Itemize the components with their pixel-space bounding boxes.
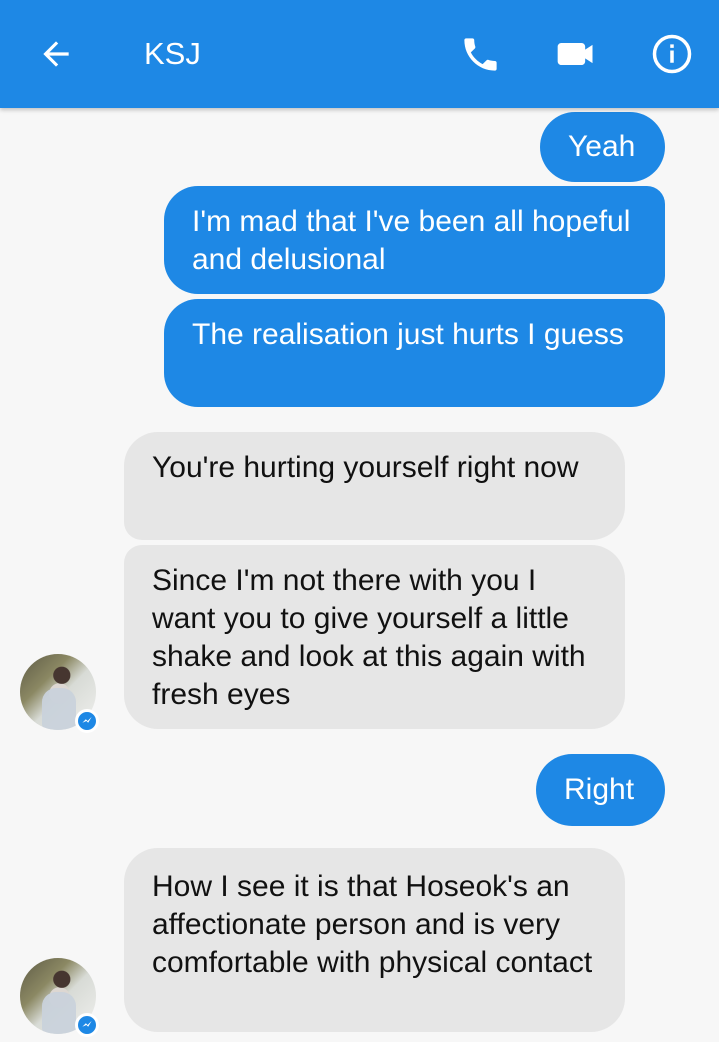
voice-call-button[interactable] — [456, 30, 504, 78]
messenger-badge-icon — [75, 709, 99, 733]
info-icon — [652, 34, 692, 74]
messenger-lightning-icon — [82, 716, 92, 723]
messenger-lightning-icon — [82, 1020, 92, 1027]
outgoing-message-bubble[interactable]: I'm mad that I've been all hopeful and d… — [164, 186, 665, 294]
back-button[interactable] — [32, 30, 80, 78]
contact-name[interactable]: KSJ — [144, 34, 201, 74]
video-call-icon — [557, 43, 593, 65]
outgoing-message-bubble[interactable]: The realisation just hurts I guess — [164, 299, 665, 407]
phone-call-icon — [463, 37, 497, 71]
incoming-message-bubble[interactable]: How I see it is that Hoseok's an affecti… — [124, 848, 625, 1032]
contact-avatar[interactable] — [20, 654, 99, 733]
messenger-chat-screen: KSJ Yeah I'm mad that I've been all hope… — [0, 0, 719, 1042]
conversation-info-button[interactable] — [648, 30, 696, 78]
incoming-message-bubble[interactable]: You're hurting yourself right now — [124, 432, 625, 540]
chat-header: KSJ — [0, 0, 719, 108]
arrow-left-icon — [43, 41, 69, 67]
incoming-message-bubble[interactable]: Since I'm not there with you I want you … — [124, 545, 625, 729]
video-call-button[interactable] — [552, 30, 600, 78]
messenger-badge-icon — [75, 1013, 99, 1037]
outgoing-message-bubble[interactable]: Right — [536, 754, 665, 826]
contact-avatar[interactable] — [20, 958, 99, 1037]
outgoing-message-bubble[interactable]: Yeah — [540, 112, 665, 182]
